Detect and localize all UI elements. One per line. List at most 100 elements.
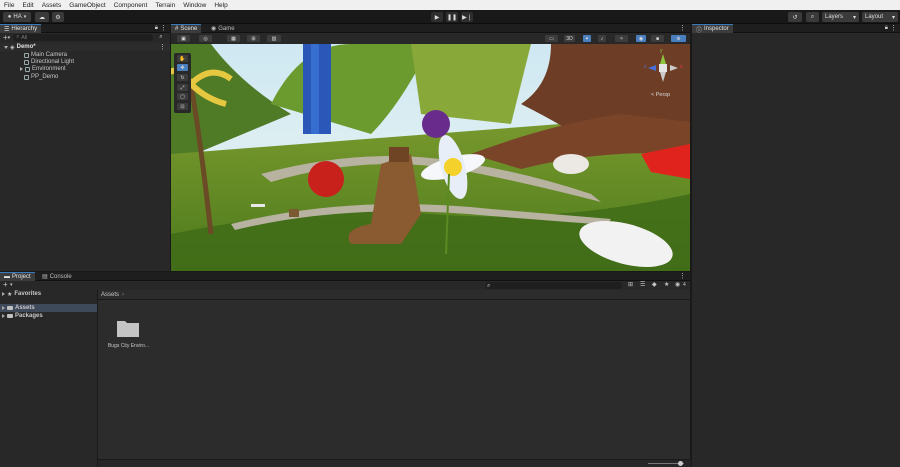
folder-icon [117,321,139,337]
play-icon: ▶ [434,14,440,21]
expand-icon[interactable] [2,292,5,296]
lock-icon[interactable]: 🔒︎ [885,25,888,32]
tab-hierarchy[interactable]: ☰ Hierarchy [0,24,42,33]
camera-icon: ■ [655,35,660,42]
list-item[interactable]: PP_Demo [24,73,58,81]
search-button[interactable]: ⌕ [806,12,819,22]
tab-inspector[interactable]: ⓘ Inspector [692,24,733,34]
tab-scene[interactable]: # Scene [171,24,202,33]
perspective-label[interactable]: < Persp [651,92,670,98]
breadcrumb-assets[interactable]: Assets [101,292,119,298]
more-options-icon[interactable]: ⋮ [160,24,167,32]
tab-inspector-label: Inspector [704,26,729,32]
hierarchy-search-input[interactable]: ⌕ All [13,34,154,41]
layers-dropdown[interactable]: Layers ▾ [822,12,859,22]
menu-edit[interactable]: Edit [18,2,37,9]
search-by-type-icon[interactable]: ⊞ [628,281,633,288]
pivot-button[interactable]: ◎ [199,35,212,42]
add-icon[interactable]: + [3,280,8,289]
filter-icon[interactable]: ☰ [640,281,645,288]
list-icon: ☰ [4,26,10,33]
more-options-icon[interactable]: ⋮ [679,24,686,32]
tab-game[interactable]: ◉ Game [207,24,239,33]
favorite-star-icon[interactable]: ★ [664,281,669,288]
move-tool-icon[interactable]: ✥ [177,64,188,71]
tool-palette: ✋ ✥ ↻ ⤢ ▢ ⊡ [174,53,191,113]
toggle-2d-button[interactable]: 3D [564,35,575,42]
more-options-icon[interactable]: ⋮ [679,272,686,280]
chair [289,209,299,217]
hidden-objects-toggle[interactable]: ◉ [636,35,646,42]
gear-icon: ⚙ [55,14,61,21]
scale-tool-icon[interactable]: ⤢ [177,84,188,91]
expand-icon[interactable] [2,306,5,310]
grid-snap-button[interactable]: ▦ [227,35,240,42]
tree-item-label: Packages [15,313,43,319]
effects-icon: ✧ [619,35,624,42]
expand-icon[interactable] [20,67,23,71]
layout-dropdown[interactable]: Layout ▾ [862,12,898,22]
camera-settings-button[interactable]: ■ [651,35,664,42]
collab-button[interactable]: ⚙ [52,12,64,22]
orientation-gizmo[interactable]: y z x < Persp [638,48,688,99]
search-filter-icon[interactable]: ⌕ [159,34,162,41]
rect-tool-icon[interactable]: ▢ [177,93,188,100]
zoom-slider-handle[interactable] [678,461,683,466]
project-toolbar: + ▾ ⌕ ⊞ ☰ ◆ ★ ◉ 4 [0,280,690,290]
search-icon: ⌕ [810,13,815,20]
hidden-count-badge: 4 [683,282,686,288]
scene-row[interactable]: ◈ Demo* ⋮ [0,43,170,51]
more-options-icon[interactable]: ⋮ [890,24,897,32]
menu-window[interactable]: Window [179,2,210,9]
cloud-button[interactable]: ☁ [35,12,49,22]
menu-gameobject[interactable]: GameObject [65,2,110,9]
cloud-icon: ☁ [39,14,45,21]
menu-file[interactable]: File [0,2,18,9]
list-item[interactable]: Environment [20,65,66,73]
scene-viewport[interactable] [171,44,690,271]
monitor-icon: ▭ [549,35,554,42]
item-label: PP_Demo [31,74,59,80]
increment-snap-button[interactable]: ▥ [267,35,281,42]
gizmos-icon: ⊕ [676,35,681,42]
gizmos-button[interactable]: ⊕ [671,35,686,42]
tomato-house [308,161,344,197]
account-icon: ● [7,14,12,20]
snap-settings-button[interactable]: ⊞ [247,35,260,42]
hidden-packages-icon[interactable]: ◉ [675,281,680,288]
account-button[interactable]: ● HA ▾ [3,12,31,22]
gameobject-icon [24,74,29,80]
more-options-icon[interactable]: ⋮ [159,43,166,51]
project-search-input[interactable]: ⌕ [485,282,622,289]
expand-icon[interactable] [2,314,5,318]
pause-button[interactable]: ❚❚ [446,12,458,22]
render-mode-button[interactable]: ▭ [545,35,558,42]
asset-item[interactable]: Bugs City Enviro... [106,318,151,358]
favorites-row[interactable]: ★ Favorites [2,290,41,298]
purple-flowers [422,110,450,138]
tree-item-packages[interactable]: Packages [2,312,43,320]
menu-terrain[interactable]: Terrain [151,2,179,9]
account-label: HA [13,14,22,20]
chevron-down-icon: ▾ [891,14,895,21]
audio-toggle[interactable]: ♪ [598,35,606,42]
gizmo-z-label: z [644,64,647,70]
lighting-toggle[interactable]: ✦ [583,35,591,42]
label-icon[interactable]: ◆ [652,281,657,288]
tab-console[interactable]: ▤ Console [38,272,76,281]
expand-icon[interactable] [4,45,8,49]
effects-toggle[interactable]: ✧ [615,35,628,42]
draw-mode-button[interactable]: ▣ [177,35,190,42]
play-button[interactable]: ▶ [431,12,443,22]
step-button[interactable]: ▶❘ [461,12,473,22]
menu-component[interactable]: Component [110,2,152,9]
transform-tool-icon[interactable]: ⊡ [177,103,188,110]
ruler-icon: ▥ [271,35,277,42]
menu-assets[interactable]: Assets [38,2,66,9]
rotate-tool-icon[interactable]: ↻ [177,74,188,81]
tree-item-assets[interactable]: Assets [0,304,97,312]
menu-help[interactable]: Help [210,2,231,9]
hand-tool-icon[interactable]: ✋ [177,55,188,62]
lock-icon[interactable]: 🔒︎ [155,25,158,32]
history-button[interactable]: ↺ [788,12,802,22]
